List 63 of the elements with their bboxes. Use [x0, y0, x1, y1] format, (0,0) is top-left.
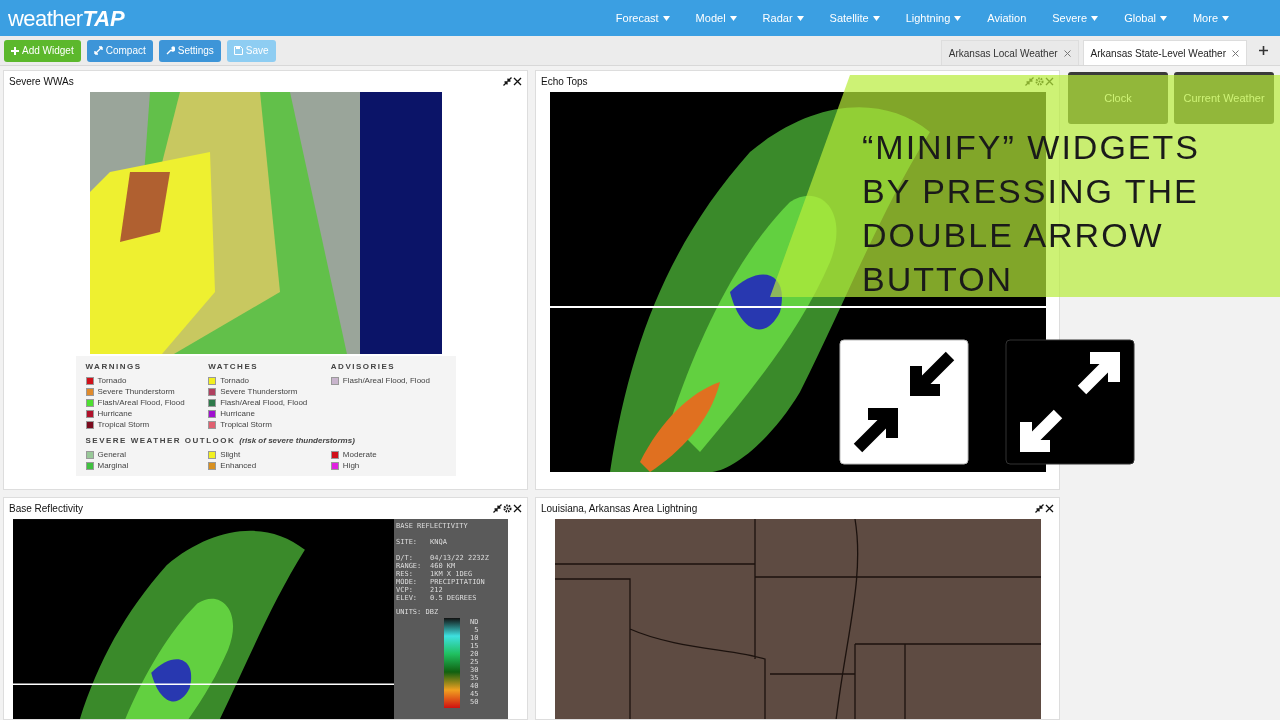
legend-label: Tornado — [97, 374, 127, 387]
nav-menu-item[interactable]: Aviation — [974, 9, 1040, 27]
nav-menu-item[interactable]: Radar — [749, 9, 817, 27]
plus-icon — [11, 46, 19, 55]
diagonal-arrows-icon — [93, 46, 103, 55]
legend-label: Severe Thunderstorm — [220, 385, 298, 398]
widget-title: Severe WWAs — [9, 75, 74, 89]
legend-label: Tropical Storm — [220, 418, 272, 431]
compact-button[interactable]: Compact — [86, 39, 153, 62]
legend-label: General — [97, 448, 126, 461]
legend-label: Flash/Areal Flood, Flood — [97, 396, 185, 409]
legend-note: (risk of severe thunderstorms) — [239, 435, 355, 447]
minify-arrows-icon[interactable] — [503, 77, 512, 86]
widget-title: Louisiana, Arkansas Area Lightning — [541, 502, 698, 516]
add-button[interactable]: Add Widget — [4, 39, 81, 62]
widget-title: Echo Tops — [541, 75, 588, 89]
nav-menu-item[interactable]: Model — [682, 9, 750, 27]
minify-arrows-icon — [838, 338, 970, 466]
add-tab-icon[interactable] — [1259, 46, 1268, 55]
nav-menu-item[interactable]: Forecast — [602, 9, 683, 27]
nav-menu-item[interactable]: Lightning — [892, 9, 975, 27]
legend-heading: WARNINGS — [85, 361, 143, 373]
settings-button[interactable]: Settings — [158, 39, 221, 62]
close-icon[interactable] — [513, 504, 522, 513]
minify-arrows-icon[interactable] — [493, 504, 502, 513]
weathertap-logo[interactable]: weatherTAP — [8, 1, 125, 35]
legend-heading: ADVISORIES — [330, 361, 397, 373]
legend-label: Enhanced — [220, 459, 257, 472]
legend-label: Marginal — [97, 459, 129, 472]
save-button[interactable]: Save — [226, 39, 276, 62]
nav-menu-item[interactable]: Severe — [1039, 9, 1112, 27]
legend-label: Flash/Areal Flood, Flood — [342, 374, 430, 387]
caret-icon — [872, 15, 880, 21]
widget-title: Base Reflectivity — [9, 502, 83, 516]
wrench-icon — [165, 46, 175, 55]
legend-label: Tropical Storm — [97, 418, 150, 431]
close-icon[interactable] — [1045, 504, 1054, 513]
legend-label: Tornado — [220, 374, 250, 387]
legend-heading: SEVERE WEATHER OUTLOOK — [85, 435, 236, 447]
legend-label: Hurricane — [220, 407, 255, 420]
dashboard-tab[interactable]: Arkansas Local Weather — [940, 40, 1079, 65]
legend-label: Slight — [220, 448, 241, 461]
nav-menu-item[interactable]: More — [1179, 9, 1242, 27]
settings-icon[interactable] — [503, 504, 512, 513]
caret-icon — [1159, 15, 1167, 21]
caret-icon — [796, 15, 804, 21]
legend-label: Flash/Areal Flood, Flood — [220, 396, 308, 409]
legend-label: Moderate — [342, 448, 377, 461]
nav-menu-item[interactable]: Satellite — [816, 9, 893, 27]
legend-label: High — [342, 459, 360, 472]
tutorial-caption: “MINIFY” WIDGETS BY PRESSING THE DOUBLE ARROW BUTTON — [862, 127, 1201, 300]
nav-menu-item[interactable]: Global — [1111, 9, 1180, 27]
close-icon[interactable] — [513, 77, 522, 86]
caret-icon — [729, 15, 737, 21]
legend-label: Hurricane — [97, 407, 133, 420]
caret-icon — [1222, 15, 1229, 21]
legend-heading: WATCHES — [208, 361, 260, 373]
minify-arrows-icon[interactable] — [1035, 504, 1044, 513]
legend-label: Severe Thunderstorm — [97, 385, 175, 398]
dashboard-tab[interactable]: Arkansas State-Level Weather — [1082, 40, 1247, 65]
caret-icon — [662, 15, 670, 21]
caret-icon — [1091, 15, 1099, 21]
caret-icon — [954, 15, 962, 21]
